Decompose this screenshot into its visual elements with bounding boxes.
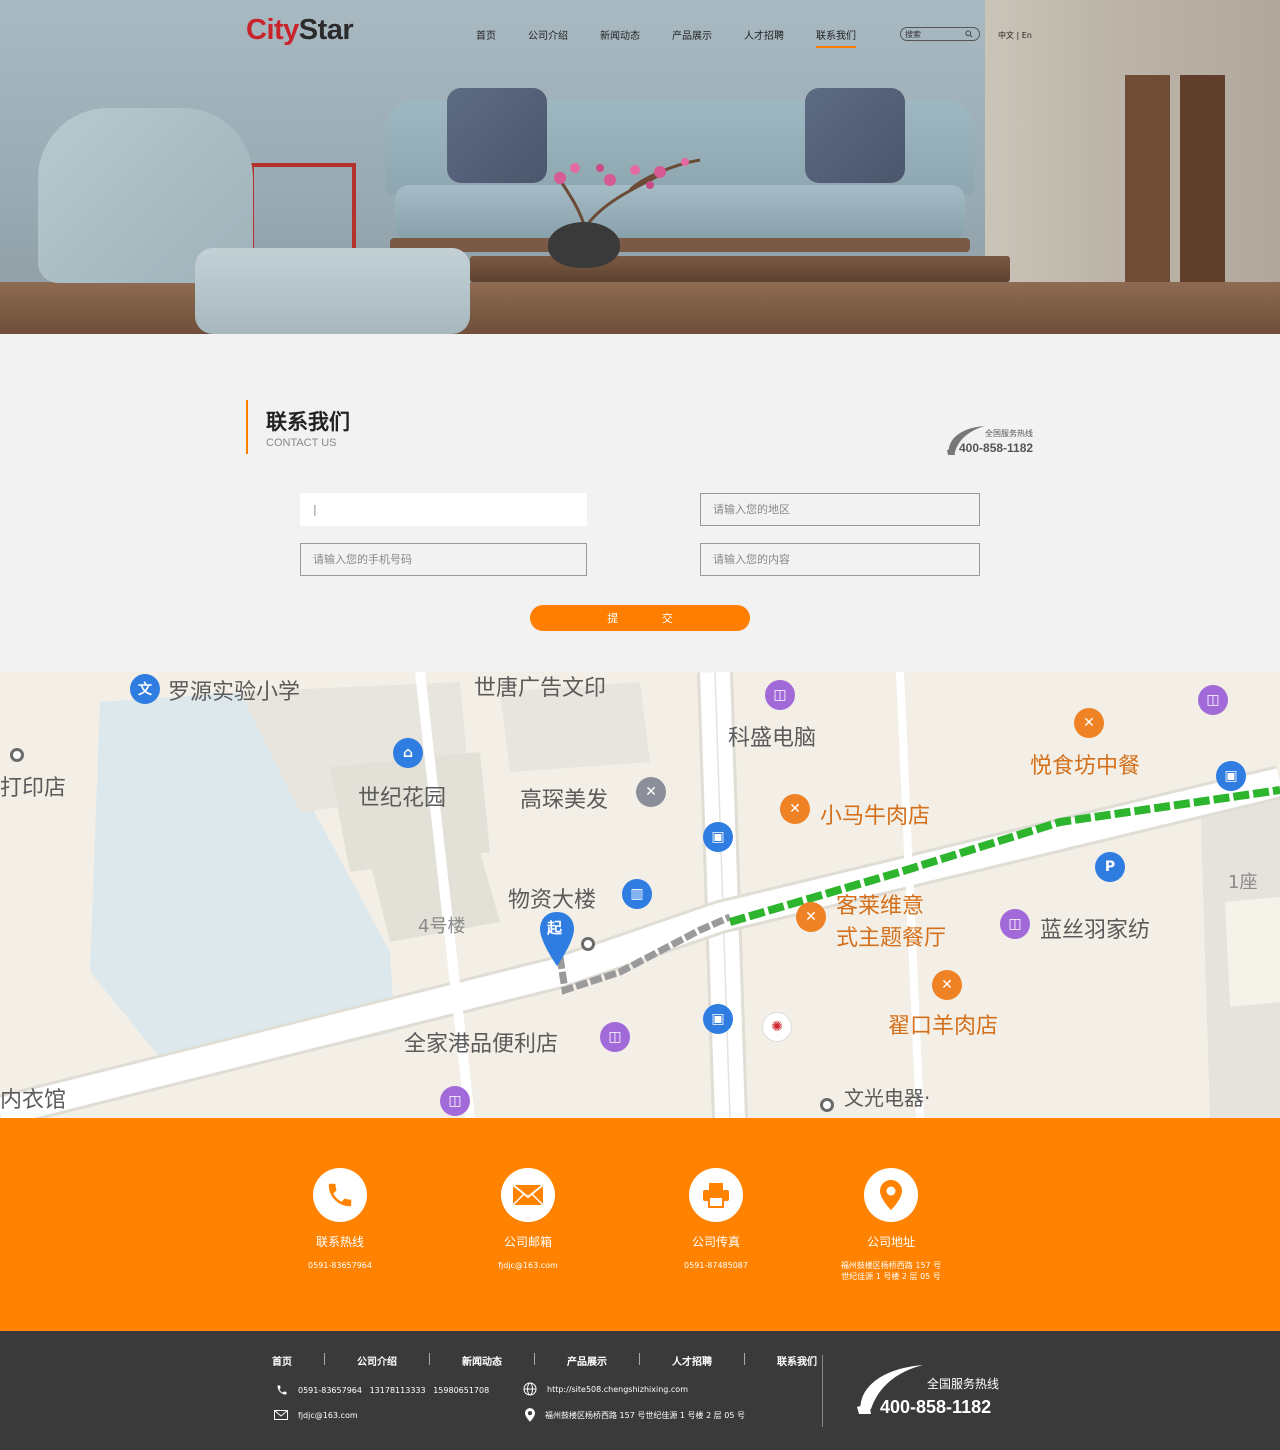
info-email: 公司邮箱 fjdjc@163.com — [448, 1168, 608, 1271]
nav-item-news[interactable]: 新闻动态 — [600, 27, 640, 48]
residence-icon[interactable]: ⌂ — [393, 738, 423, 768]
salon-icon[interactable]: ✕ — [636, 777, 666, 807]
globe-icon — [523, 1382, 537, 1396]
phone-icon — [328, 1183, 352, 1207]
info-hotline: 联系热线 0591-83657964 — [260, 1168, 420, 1271]
location-map[interactable]: 文 罗源实验小学 世唐广告文印 ◫ 科盛电脑 ✕ 悦食坊中餐 ◫ ▣ 打印店 ⌂… — [0, 672, 1280, 1118]
footer-nav-news[interactable]: 新闻动态 — [462, 1353, 502, 1368]
contact-section: 联系我们 CONTACT US 全国服务热线 400-858-1182 提 交 — [0, 334, 1280, 672]
shop-icon[interactable]: ◫ — [765, 680, 795, 710]
region-field[interactable] — [700, 493, 980, 526]
hero-pillow — [805, 88, 905, 183]
hero-banner — [0, 0, 1280, 334]
nav-item-careers[interactable]: 人才招聘 — [744, 27, 784, 48]
content-field[interactable] — [700, 543, 980, 576]
shop-icon[interactable]: ◫ — [600, 1022, 630, 1052]
hero-vase — [548, 222, 620, 268]
shop-icon[interactable]: ◫ — [1000, 909, 1030, 939]
shop-icon[interactable]: ◫ — [1198, 685, 1228, 715]
bus-stop-icon[interactable]: ▣ — [703, 1004, 733, 1034]
footer-nav-contact[interactable]: 联系我们 — [777, 1353, 817, 1368]
hero-pillow — [447, 88, 547, 183]
shop-icon[interactable]: ◫ — [440, 1086, 470, 1116]
info-address: 公司地址 福州鼓楼区杨桥西路 157 号世纪佳源 1 号楼 2 层 05 号 — [811, 1168, 971, 1282]
footer-nav-about[interactable]: 公司介绍 — [357, 1353, 397, 1368]
start-marker[interactable]: 起 — [540, 912, 574, 970]
submit-button[interactable]: 提 交 — [530, 605, 750, 631]
restaurant-icon[interactable]: ✕ — [932, 970, 962, 1000]
mail-icon — [274, 1410, 288, 1420]
poi-dot[interactable] — [820, 1098, 834, 1112]
hero-ottoman — [195, 248, 470, 334]
hotline-number: 400-858-1182 — [959, 441, 1034, 455]
hero-flower-branch — [554, 158, 701, 229]
search-input[interactable] — [905, 29, 965, 39]
footer-nav-careers[interactable]: 人才招聘 — [672, 1353, 712, 1368]
telecom-icon[interactable]: ✺ — [762, 1012, 792, 1042]
search-box — [900, 27, 980, 41]
site-logo[interactable]: CityStar — [246, 14, 354, 47]
footer-nav: 首页 公司介绍 新闻动态 产品展示 人才招聘 联系我们 — [272, 1353, 817, 1368]
mail-icon — [512, 1184, 544, 1206]
location-icon — [880, 1180, 902, 1210]
page-title: 联系我们 — [266, 410, 350, 434]
poi-dot[interactable] — [10, 748, 24, 762]
footer-email: fjdjc@163.com — [274, 1410, 358, 1420]
contact-info-band: 联系热线 0591-83657964 公司邮箱 fjdjc@163.com 公司… — [0, 1118, 1280, 1331]
restaurant-icon[interactable]: ✕ — [1074, 708, 1104, 738]
section-title: 联系我们 CONTACT US — [246, 400, 350, 454]
nav-item-contact[interactable]: 联系我们 — [816, 27, 856, 48]
restaurant-icon[interactable]: ✕ — [780, 794, 810, 824]
info-fax: 公司传真 0591-87485087 — [636, 1168, 796, 1271]
phone-icon — [277, 1385, 287, 1395]
footer-hotline: 全国服务热线 400-858-1182 — [855, 1363, 999, 1419]
location-icon — [525, 1408, 535, 1422]
footer-divider — [822, 1355, 823, 1427]
nav-item-home[interactable]: 首页 — [476, 27, 496, 48]
bus-stop-icon[interactable]: ▣ — [1216, 761, 1246, 791]
page-subtitle: CONTACT US — [266, 437, 337, 449]
search-icon[interactable] — [965, 30, 973, 38]
language-switch[interactable]: 中文 | En — [998, 30, 1032, 41]
hero-cabinet — [985, 0, 1280, 282]
footer-website: http://site508.chengshizhixing.com — [523, 1382, 688, 1396]
phone-field[interactable] — [300, 543, 587, 576]
site-footer: 首页 公司介绍 新闻动态 产品展示 人才招聘 联系我们 0591-8365796… — [0, 1331, 1280, 1450]
hero-floor — [0, 282, 1280, 334]
parking-icon[interactable]: P — [1095, 852, 1125, 882]
nav-item-about[interactable]: 公司介绍 — [528, 27, 568, 48]
footer-nav-products[interactable]: 产品展示 — [567, 1353, 607, 1368]
footer-address: 福州鼓楼区杨桥西路 157 号世纪佳源 1 号楼 2 层 05 号 — [525, 1408, 745, 1422]
footer-nav-home[interactable]: 首页 — [272, 1353, 292, 1368]
main-nav: 首页 公司介绍 新闻动态 产品展示 人才招聘 联系我们 — [460, 27, 872, 48]
footer-phones: 0591-83657964 13178113333 15980651708 — [276, 1384, 489, 1396]
printer-icon — [703, 1183, 729, 1208]
hero-coffee-table — [470, 256, 1010, 282]
school-icon[interactable]: 文 — [130, 674, 160, 704]
bus-stop-icon[interactable]: ▣ — [703, 822, 733, 852]
name-field[interactable] — [300, 493, 587, 526]
nav-item-products[interactable]: 产品展示 — [672, 27, 712, 48]
restaurant-icon[interactable]: ✕ — [796, 902, 826, 932]
poi-dot[interactable] — [581, 937, 595, 951]
building-icon[interactable]: ▥ — [622, 879, 652, 909]
